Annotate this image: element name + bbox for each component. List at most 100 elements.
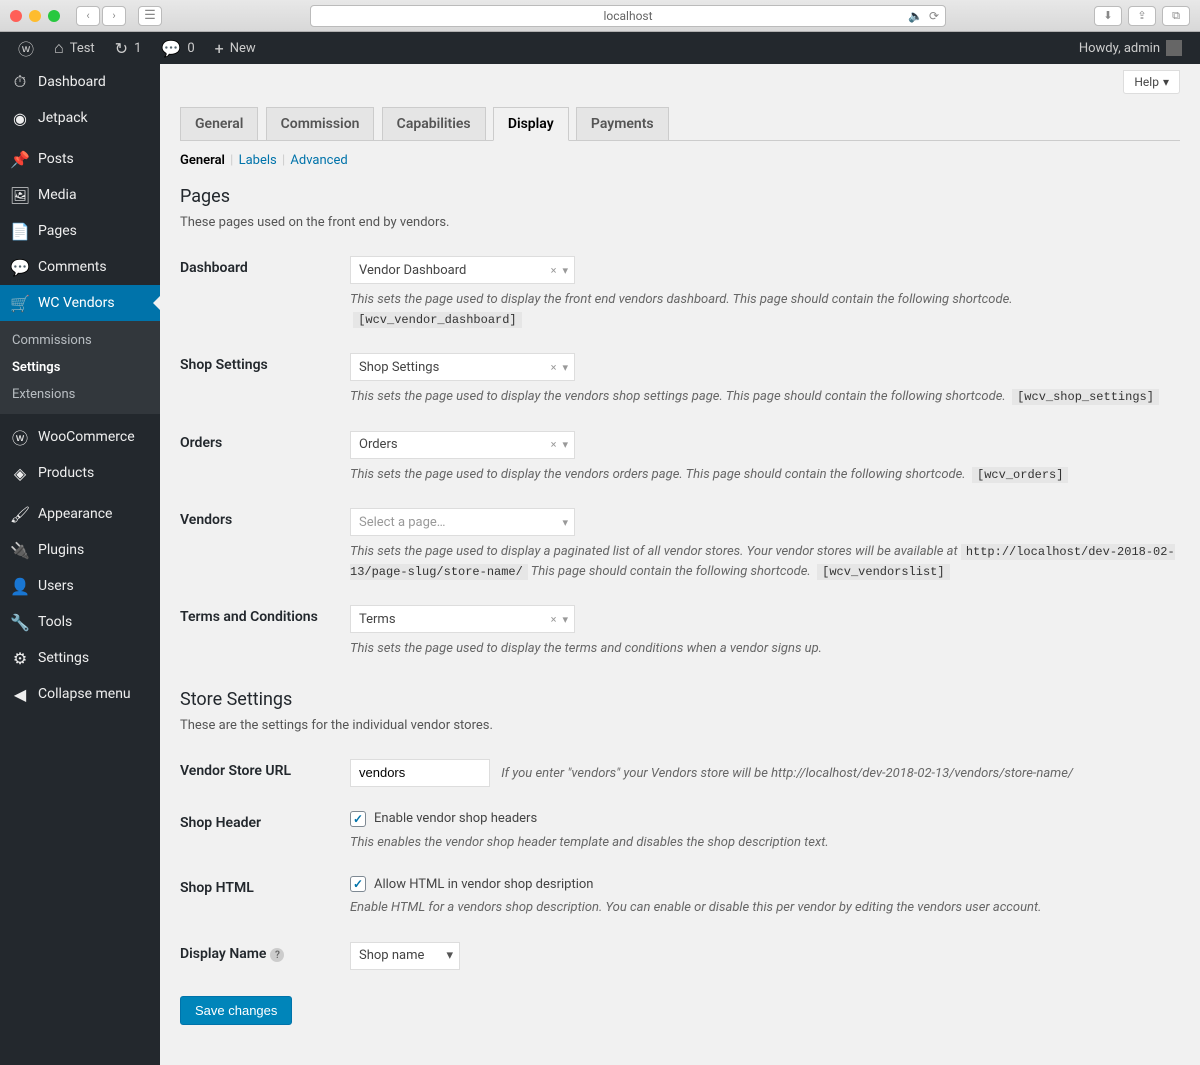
dashboard-select[interactable]: Vendor Dashboard×▾ [350, 256, 575, 284]
clear-icon[interactable]: × [551, 264, 557, 277]
minimize-window-button[interactable] [29, 10, 41, 22]
menu-media-label: Media [38, 187, 77, 203]
admin-sidebar: ⏱Dashboard ◉Jetpack 📌 Posts 🖼Media 📄Pages… [0, 64, 160, 1065]
dashboard-label: Dashboard [180, 256, 350, 276]
settings-icon: ⚙ [10, 648, 30, 668]
comments-link[interactable]: 💬0 [153, 32, 202, 64]
download-button[interactable]: ⬇ [1094, 6, 1122, 26]
menu-jetpack[interactable]: ◉Jetpack [0, 100, 160, 136]
menu-tools[interactable]: 🔧Tools [0, 604, 160, 640]
main-content: Help ▾ General Commission Capabilities D… [160, 64, 1200, 1065]
chevron-down-icon[interactable]: ▾ [562, 438, 568, 451]
shop-header-checkbox[interactable]: ✓ [350, 811, 366, 827]
subtab-general[interactable]: General [180, 153, 225, 168]
clear-icon[interactable]: × [551, 438, 557, 451]
menu-wcvendors-label: WC Vendors [38, 295, 115, 311]
menu-woocommerce-label: WooCommerce [38, 429, 135, 445]
tab-commission[interactable]: Commission [266, 107, 375, 140]
shop-settings-select[interactable]: Shop Settings×▾ [350, 353, 575, 381]
window-controls [10, 10, 60, 22]
site-name-link[interactable]: ⌂ Test [46, 32, 103, 64]
menu-woocommerce[interactable]: ⓦ WooCommerce [0, 419, 160, 455]
home-icon: ⌂ [54, 38, 64, 58]
new-link[interactable]: +New [207, 32, 264, 64]
tab-display[interactable]: Display [493, 107, 569, 141]
submenu-commissions[interactable]: Commissions [0, 327, 160, 354]
chevron-down-icon[interactable]: ▾ [562, 361, 568, 374]
menu-appearance-label: Appearance [38, 506, 112, 522]
store-url-input[interactable] [350, 759, 490, 787]
menu-users[interactable]: 👤Users [0, 568, 160, 604]
site-name-text: Test [70, 41, 95, 56]
terms-desc: This sets the page used to display the t… [350, 639, 1180, 659]
store-url-note: If you enter "vendors" your Vendors stor… [501, 766, 1073, 781]
address-text: localhost [603, 9, 652, 23]
brush-icon: 🖌 [10, 504, 30, 524]
menu-posts[interactable]: 📌 Posts [0, 141, 160, 177]
menu-settings[interactable]: ⚙Settings [0, 640, 160, 676]
tab-payments[interactable]: Payments [576, 107, 669, 140]
store-desc: These are the settings for the individua… [180, 718, 1180, 733]
subtab-labels[interactable]: Labels [239, 153, 277, 168]
menu-pages[interactable]: 📄Pages [0, 213, 160, 249]
menu-media[interactable]: 🖼Media [0, 177, 160, 213]
menu-appearance[interactable]: 🖌 Appearance [0, 496, 160, 532]
menu-dashboard[interactable]: ⏱Dashboard [0, 64, 160, 100]
menu-plugins[interactable]: 🔌Plugins [0, 532, 160, 568]
orders-select[interactable]: Orders × ▾ [350, 431, 575, 459]
menu-posts-label: Posts [38, 151, 74, 167]
menu-products-label: Products [38, 465, 94, 481]
orders-shortcode: [wcv_orders] [972, 467, 1068, 483]
tab-general[interactable]: General [180, 107, 258, 140]
account-link[interactable]: Howdy, admin [1071, 32, 1190, 64]
help-label: Help [1134, 75, 1159, 89]
shop-html-checkbox[interactable]: ✓ [350, 876, 366, 892]
back-button[interactable]: ‹ [76, 6, 100, 26]
submenu-settings[interactable]: Settings [0, 354, 160, 381]
woo-icon: ⓦ [10, 427, 30, 447]
terms-value: Terms [359, 612, 396, 627]
dashboard-icon: ⏱ [10, 72, 30, 92]
pin-icon: 📌 [10, 149, 30, 169]
reader-icon[interactable]: 🔈 [908, 9, 923, 23]
subtab-advanced[interactable]: Advanced [290, 153, 347, 168]
reload-icon[interactable]: ⟳ [929, 9, 939, 23]
menu-products[interactable]: ◈Products [0, 455, 160, 491]
close-window-button[interactable] [10, 10, 22, 22]
share-button[interactable]: ⇪ [1128, 6, 1156, 26]
display-name-select[interactable]: Shop name▾ [350, 942, 460, 970]
forward-button[interactable]: › [102, 6, 126, 26]
shop-header-cb-label: Enable vendor shop headers [374, 811, 537, 826]
chevron-down-icon[interactable]: ▾ [562, 613, 568, 626]
orders-value: Orders [359, 437, 398, 452]
display-name-label: Display Name? [180, 942, 350, 963]
menu-comments[interactable]: 💬Comments [0, 249, 160, 285]
save-button[interactable]: Save changes [180, 996, 292, 1025]
help-icon[interactable]: ? [270, 948, 284, 962]
dashboard-desc: This sets the page used to display the f… [350, 290, 1180, 329]
maximize-window-button[interactable] [48, 10, 60, 22]
clear-icon[interactable]: × [551, 361, 557, 374]
tab-capabilities[interactable]: Capabilities [382, 107, 486, 140]
chevron-down-icon[interactable]: ▾ [562, 264, 568, 277]
sidebar-toggle-button[interactable]: ☰ [138, 6, 162, 26]
shop-html-cb-label: Allow HTML in vendor shop desription [374, 877, 593, 892]
address-bar[interactable]: localhost 🔈 ⟳ [310, 5, 946, 27]
vendors-select[interactable]: Select a page… ▾ [350, 508, 575, 536]
help-tab[interactable]: Help ▾ [1123, 70, 1180, 94]
tabs-button[interactable]: ⧉ [1162, 6, 1190, 26]
menu-wcvendors[interactable]: 🛒WC Vendors [0, 285, 160, 321]
clear-icon[interactable]: × [551, 613, 557, 626]
comment-icon: 💬 [161, 39, 181, 58]
vendors-label: Vendors [180, 508, 350, 528]
vendors-placeholder: Select a page… [359, 515, 446, 530]
chevron-down-icon[interactable]: ▾ [562, 516, 568, 529]
updates-link[interactable]: ↻1 [107, 32, 150, 64]
wp-logo-button[interactable]: ⓦ [10, 32, 42, 64]
terms-select[interactable]: Terms × ▾ [350, 605, 575, 633]
admin-bar: ⓦ ⌂ Test ↻1 💬0 +New Howdy, admin [0, 32, 1200, 64]
menu-collapse[interactable]: ◀Collapse menu [0, 676, 160, 712]
menu-plugins-label: Plugins [38, 542, 84, 558]
collapse-icon: ◀ [10, 684, 30, 704]
submenu-extensions[interactable]: Extensions [0, 381, 160, 408]
